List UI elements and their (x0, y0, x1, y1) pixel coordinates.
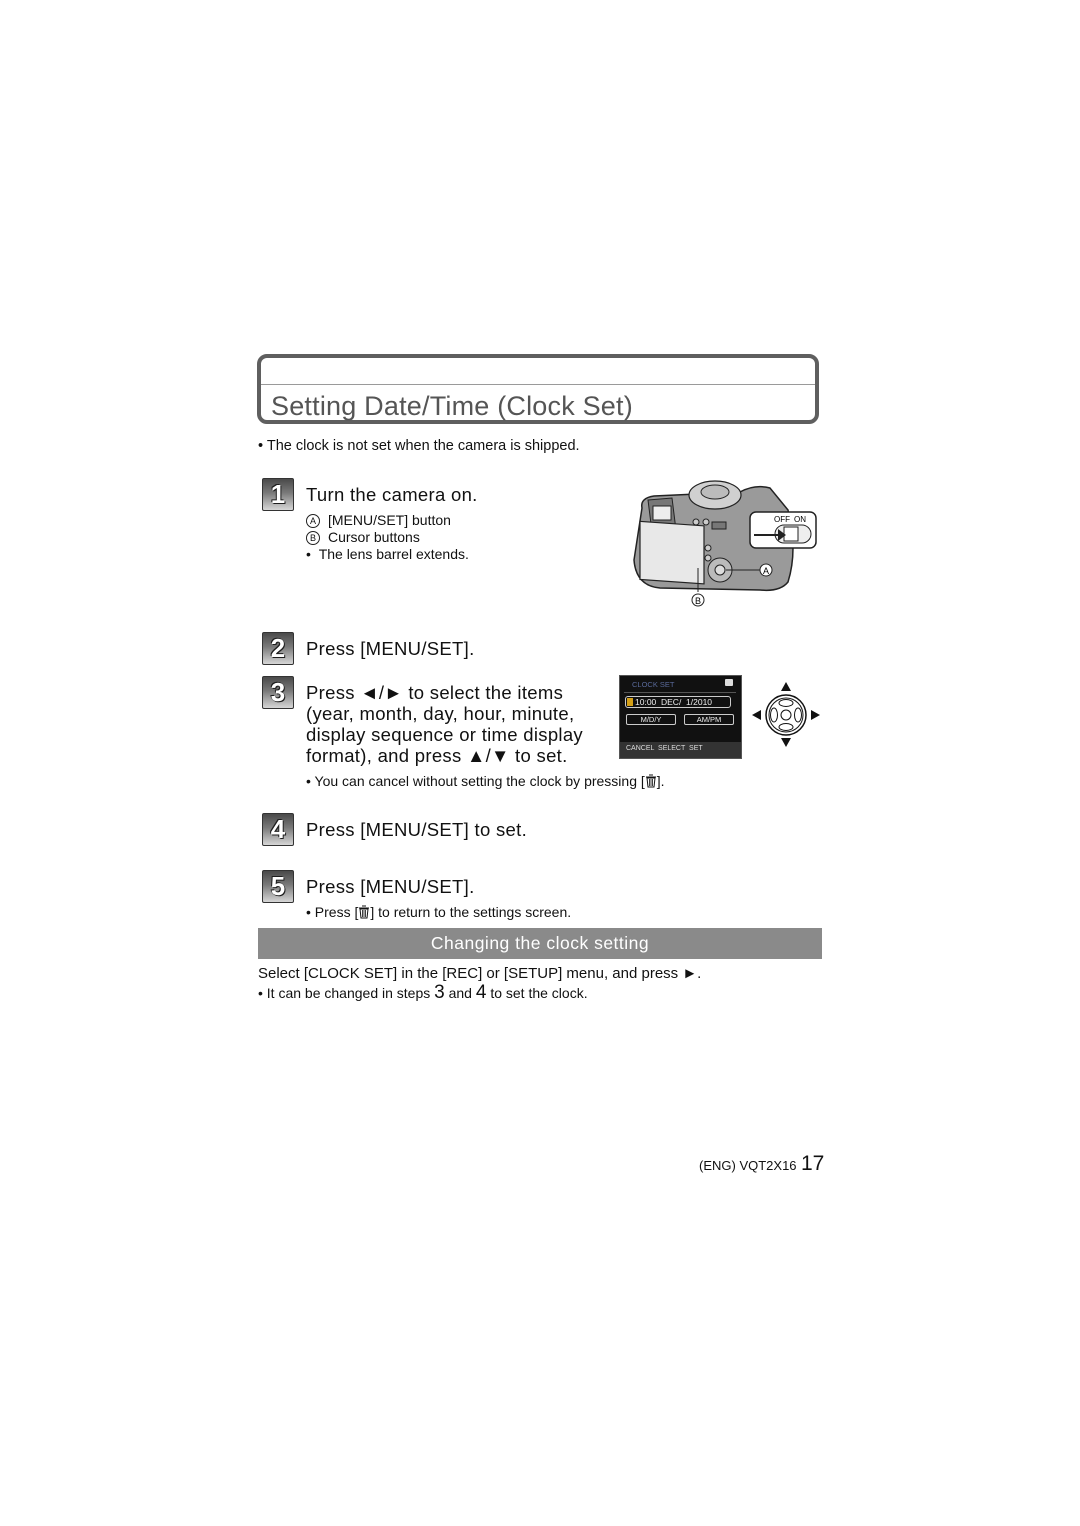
step-5-badge: 5 (262, 870, 294, 903)
step-2-badge: 2 (262, 632, 294, 665)
step-5-note: • Press [] to return to the settings scr… (306, 904, 572, 920)
step-3-line-4: format), and press ▲/▼ to set. (306, 745, 568, 766)
callout-b-label: B (695, 596, 701, 606)
page-footer: (ENG) VQT2X16 17 (699, 1152, 824, 1176)
step-1-sub-bullet: • The lens barrel extends. (306, 546, 469, 562)
step-3-line-1: Press ◄/► to select the items (306, 682, 564, 703)
step-ref-3: 3 (434, 982, 445, 1003)
step-3-line-3: display sequence or time display (306, 724, 583, 745)
screen-footer: CANCEL SELECT SET (626, 745, 703, 752)
trash-icon (359, 905, 370, 919)
format-time-field: AM/PM (684, 714, 734, 725)
section-line-1: Select [CLOCK SET] in the [REC] or [SETU… (258, 965, 702, 982)
step-1-sub-a: A [MENU/SET] button (306, 512, 451, 528)
switch-off-label: OFF (774, 515, 790, 524)
step-1-sub-b: B Cursor buttons (306, 529, 420, 545)
page-number: 17 (800, 1152, 825, 1175)
datetime-field: 10:00 DEC/ 1/2010 (625, 696, 731, 708)
step-4-badge: 4 (262, 813, 294, 846)
power-switch-callout: OFF ON (749, 511, 817, 549)
cursor-pad-icon (752, 682, 820, 747)
intro-note: • The clock is not set when the camera i… (258, 438, 580, 454)
callout-a-marker: A (306, 514, 320, 528)
bullet: • (306, 546, 311, 562)
document-code: (ENG) VQT2X16 (699, 1158, 797, 1173)
step-5-text: Press [MENU/SET]. (306, 876, 475, 897)
callout-b-marker: B (306, 531, 320, 545)
step-3-line-2: (year, month, day, hour, minute, (306, 703, 575, 724)
step-4-text: Press [MENU/SET] to set. (306, 819, 528, 840)
cursor-highlight (627, 698, 633, 706)
step-2-text: Press [MENU/SET]. (306, 638, 475, 659)
arrow-up-icon (781, 682, 791, 691)
arrow-down-icon (781, 738, 791, 747)
step-3-note: • You can cancel without setting the clo… (306, 773, 665, 789)
section-heading: Changing the clock setting (258, 928, 822, 959)
lens-note: The lens barrel extends. (318, 546, 469, 562)
title-box: Setting Date/Time (Clock Set) (257, 354, 819, 424)
page-title: Setting Date/Time (Clock Set) (271, 391, 633, 421)
arrow-left-icon (752, 710, 761, 720)
switch-on-label: ON (794, 515, 806, 524)
camera-illustration: OFF ON A B (633, 480, 817, 607)
section-line-2: • It can be changed in steps 3 and 4 to … (258, 982, 588, 1003)
arrow-right-icon (811, 710, 820, 720)
step-1-text: Turn the camera on. (306, 484, 478, 505)
format-order-field: M/D/Y (626, 714, 676, 725)
step-3-badge: 3 (262, 676, 294, 709)
title-rule (261, 384, 815, 385)
camera-icon (725, 679, 733, 686)
clock-set-screen: CLOCK SET 10:00 DEC/ 1/2010 M/D/Y AM/PM … (619, 675, 742, 759)
menu-set-label: [MENU/SET] button (328, 512, 451, 528)
step-ref-4: 4 (475, 982, 487, 1003)
trash-icon (645, 774, 656, 788)
screen-header: CLOCK SET (632, 680, 675, 689)
datetime-value: 10:00 DEC/ 1/2010 (635, 697, 713, 707)
callout-a-label: A (763, 566, 769, 576)
cursor-buttons-label: Cursor buttons (328, 529, 420, 545)
step-1-badge: 1 (262, 478, 294, 511)
